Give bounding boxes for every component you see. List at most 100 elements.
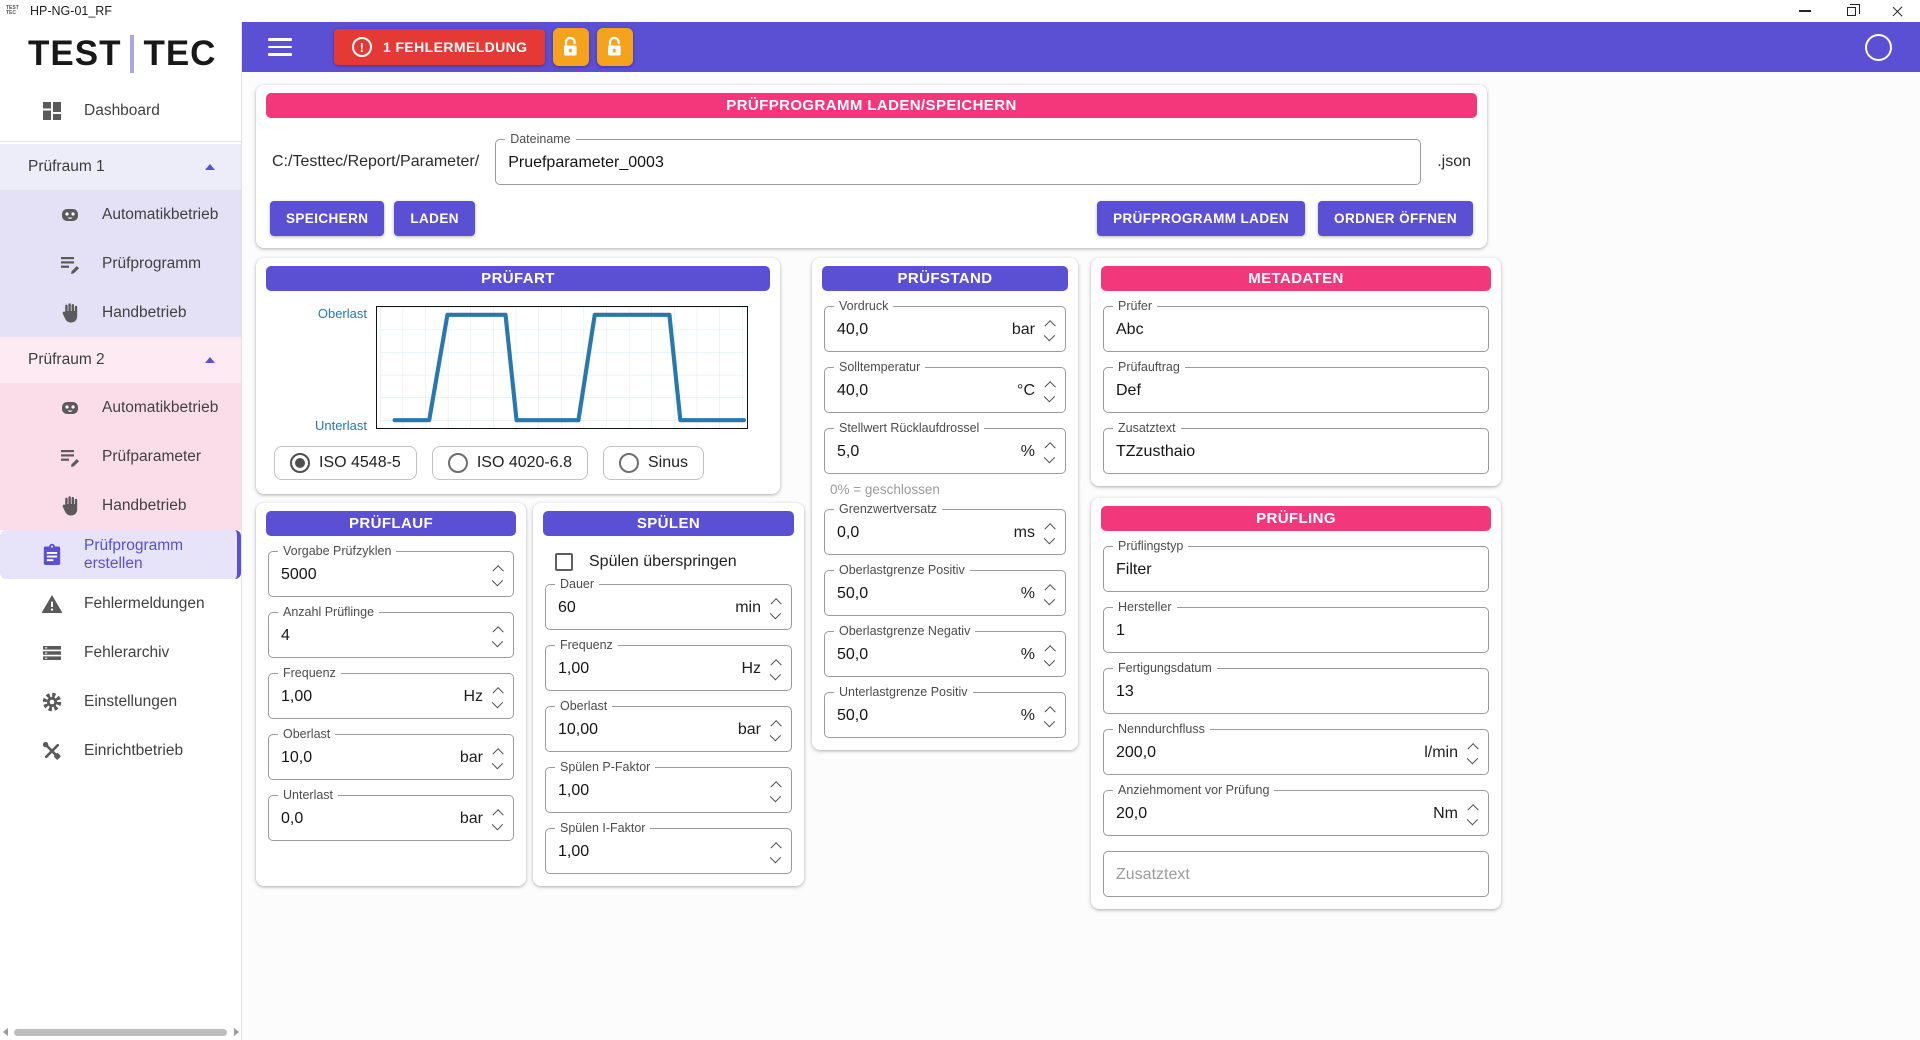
spinner-down-icon[interactable] bbox=[493, 762, 504, 769]
spinner[interactable] bbox=[1045, 706, 1056, 727]
prueflingstyp-input[interactable] bbox=[1116, 561, 1479, 579]
spinner-down-icon[interactable] bbox=[493, 823, 504, 830]
spinner[interactable] bbox=[771, 842, 782, 863]
minimize-button[interactable] bbox=[1782, 0, 1828, 22]
spinner-down-icon[interactable] bbox=[1468, 757, 1479, 764]
spinner-up-icon[interactable] bbox=[1045, 645, 1056, 652]
status-circle-icon[interactable] bbox=[1865, 34, 1892, 61]
lock-button-2[interactable] bbox=[597, 28, 633, 66]
sidebar-item-handbetrieb-1[interactable]: Handbetrieb bbox=[0, 288, 241, 337]
vorgabe-pruefzyklen-input[interactable] bbox=[281, 566, 493, 584]
spinner-down-icon[interactable] bbox=[771, 673, 782, 680]
radio-iso-4020-6-8[interactable]: ISO 4020-6.8 bbox=[432, 446, 588, 480]
vordruck-input[interactable] bbox=[837, 321, 1006, 339]
sidebar-item-fehlerarchiv[interactable]: Fehlerarchiv bbox=[0, 628, 241, 677]
spinner-up-icon[interactable] bbox=[771, 659, 782, 666]
spinner-down-icon[interactable] bbox=[1045, 537, 1056, 544]
spinner-up-icon[interactable] bbox=[771, 842, 782, 849]
load-button[interactable]: LADEN bbox=[394, 201, 475, 236]
spinner-down-icon[interactable] bbox=[771, 795, 782, 802]
oberlastgrenze-positiv-input[interactable] bbox=[837, 585, 1015, 603]
spinner-up-icon[interactable] bbox=[771, 598, 782, 605]
scroll-left-icon[interactable] bbox=[0, 1027, 10, 1037]
spinner-down-icon[interactable] bbox=[493, 640, 504, 647]
close-button[interactable] bbox=[1874, 0, 1920, 22]
unterlast-input[interactable] bbox=[281, 810, 454, 828]
spinner[interactable] bbox=[1045, 442, 1056, 463]
spinner-up-icon[interactable] bbox=[771, 720, 782, 727]
sidebar-item-einrichtbetrieb[interactable]: Einrichtbetrieb bbox=[0, 726, 241, 775]
spinner[interactable] bbox=[771, 598, 782, 619]
sidebar-item-fehlermeldungen[interactable]: Fehlermeldungen bbox=[0, 579, 241, 628]
spinner[interactable] bbox=[1045, 320, 1056, 341]
zusatztext-pruefling-input[interactable] bbox=[1116, 866, 1479, 884]
radio-icon[interactable] bbox=[290, 453, 310, 473]
spinner[interactable] bbox=[493, 626, 504, 647]
spuelen-i-faktor-input[interactable] bbox=[558, 843, 771, 861]
spinner-up-icon[interactable] bbox=[1045, 320, 1056, 327]
spinner[interactable] bbox=[1468, 743, 1479, 764]
spinner[interactable] bbox=[1045, 523, 1056, 544]
dauer-input[interactable] bbox=[558, 599, 729, 617]
spinner-down-icon[interactable] bbox=[493, 579, 504, 586]
radio-iso-4548-5[interactable]: ISO 4548-5 bbox=[274, 446, 417, 480]
sidebar-item-einstellungen[interactable]: Einstellungen bbox=[0, 677, 241, 726]
checkbox-icon[interactable] bbox=[555, 553, 573, 571]
radio-icon[interactable] bbox=[619, 453, 639, 473]
sidebar-item-pruefprogramm-erstellen[interactable]: Prüfprogramm erstellen bbox=[0, 530, 241, 579]
sidebar-item-pruefprogramm[interactable]: Prüfprogramm bbox=[0, 239, 241, 288]
radio-sinus[interactable]: Sinus bbox=[603, 446, 704, 480]
spinner-down-icon[interactable] bbox=[1045, 456, 1056, 463]
spinner[interactable] bbox=[771, 659, 782, 680]
spinner[interactable] bbox=[493, 748, 504, 769]
spinner-down-icon[interactable] bbox=[1045, 395, 1056, 402]
open-folder-button[interactable]: ORDNER ÖFFNEN bbox=[1318, 201, 1473, 236]
hersteller-input[interactable] bbox=[1116, 622, 1479, 640]
restore-button[interactable] bbox=[1828, 0, 1874, 22]
lock-button-1[interactable] bbox=[553, 28, 589, 66]
spinner-down-icon[interactable] bbox=[1045, 334, 1056, 341]
frequenz-input[interactable] bbox=[281, 688, 457, 706]
sidebar-horizontal-scrollbar[interactable] bbox=[0, 1026, 241, 1038]
zusatztext-metadaten-input[interactable] bbox=[1116, 443, 1479, 461]
spinner[interactable] bbox=[1468, 804, 1479, 825]
spinner-up-icon[interactable] bbox=[1045, 381, 1056, 388]
spinner-up-icon[interactable] bbox=[493, 687, 504, 694]
spuelen-oberlast-input[interactable] bbox=[558, 721, 732, 739]
spinner[interactable] bbox=[771, 720, 782, 741]
filename-input[interactable] bbox=[508, 154, 1411, 172]
spinner[interactable] bbox=[1045, 584, 1056, 605]
spinner[interactable] bbox=[1045, 381, 1056, 402]
stellwert-ruecklaufdrossel-input[interactable] bbox=[837, 443, 1015, 461]
anziehmoment-input[interactable] bbox=[1116, 805, 1427, 823]
error-message-button[interactable]: ! 1 FEHLERMELDUNG bbox=[334, 29, 545, 65]
scrollbar-thumb[interactable] bbox=[14, 1029, 227, 1036]
unterlastgrenze-positiv-input[interactable] bbox=[837, 707, 1015, 725]
spinner-down-icon[interactable] bbox=[1045, 720, 1056, 727]
spinner-up-icon[interactable] bbox=[493, 565, 504, 572]
spinner-up-icon[interactable] bbox=[493, 626, 504, 633]
pruefauftrag-input[interactable] bbox=[1116, 382, 1479, 400]
save-button[interactable]: SPEICHERN bbox=[270, 201, 384, 236]
sidebar-group-pruefraum-2[interactable]: Prüfraum 2 bbox=[0, 337, 241, 383]
spinner-up-icon[interactable] bbox=[1468, 804, 1479, 811]
oberlastgrenze-negativ-input[interactable] bbox=[837, 646, 1015, 664]
pruefer-input[interactable] bbox=[1116, 321, 1479, 339]
spinner-down-icon[interactable] bbox=[771, 734, 782, 741]
fertigungsdatum-input[interactable] bbox=[1116, 683, 1479, 701]
spinner[interactable] bbox=[493, 687, 504, 708]
load-program-button[interactable]: PRÜFPROGRAMM LADEN bbox=[1097, 201, 1305, 236]
spinner[interactable] bbox=[493, 565, 504, 586]
spinner-down-icon[interactable] bbox=[771, 856, 782, 863]
spinner-down-icon[interactable] bbox=[771, 612, 782, 619]
anzahl-prueflinge-input[interactable] bbox=[281, 627, 493, 645]
spuelen-p-faktor-input[interactable] bbox=[558, 782, 771, 800]
spinner-up-icon[interactable] bbox=[493, 748, 504, 755]
nenndurchfluss-input[interactable] bbox=[1116, 744, 1418, 762]
spuelen-frequenz-input[interactable] bbox=[558, 660, 735, 678]
spinner-up-icon[interactable] bbox=[1045, 523, 1056, 530]
spinner-up-icon[interactable] bbox=[1468, 743, 1479, 750]
spinner-up-icon[interactable] bbox=[1045, 706, 1056, 713]
sidebar-item-automatikbetrieb-1[interactable]: Automatikbetrieb bbox=[0, 190, 241, 239]
spinner[interactable] bbox=[1045, 645, 1056, 666]
